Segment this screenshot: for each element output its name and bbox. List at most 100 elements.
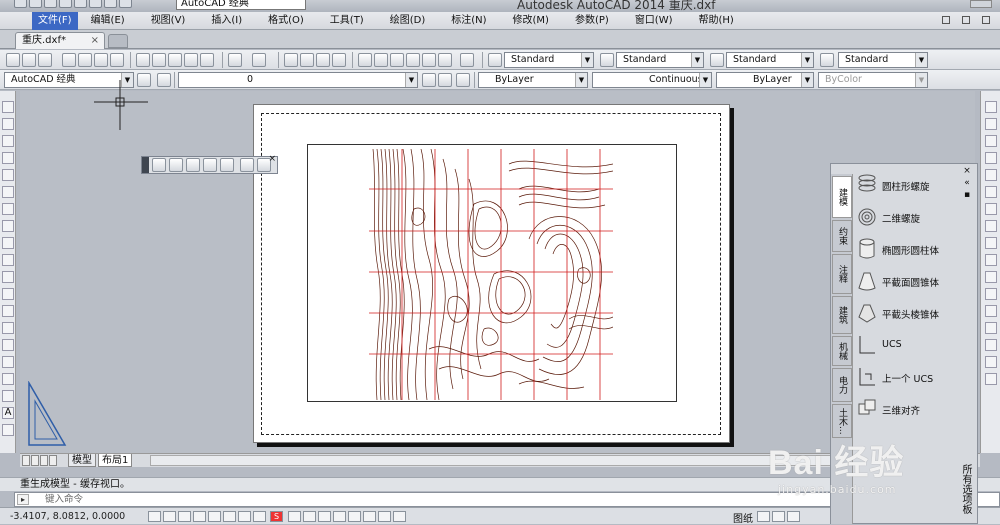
osnap-icon[interactable] — [223, 511, 236, 522]
match-properties-icon[interactable] — [184, 53, 198, 67]
3d-print-icon[interactable] — [110, 53, 124, 67]
layer-select[interactable]: 0 ▼ — [178, 72, 418, 88]
publish-icon[interactable] — [94, 53, 108, 67]
linetype-select[interactable]: Continuous ▼ — [592, 72, 712, 88]
polygon-icon[interactable] — [2, 152, 14, 164]
layer-previous-icon[interactable] — [438, 73, 452, 87]
menu-tools[interactable]: 工具(T) — [317, 12, 377, 30]
insert-block-icon[interactable] — [2, 288, 14, 300]
join-icon[interactable] — [985, 305, 997, 317]
color-select[interactable]: ByLayer ▼ — [478, 72, 588, 88]
menu-modify[interactable]: 修改(M) — [500, 12, 562, 30]
ortho-icon[interactable] — [193, 511, 206, 522]
document-window-controls[interactable] — [942, 16, 990, 24]
window-controls[interactable] — [970, 0, 992, 8]
tool-ucs[interactable]: UCS — [855, 334, 961, 362]
zoom-realtime-icon[interactable] — [300, 53, 314, 67]
rectangle-icon[interactable] — [2, 169, 14, 181]
transparency-icon[interactable] — [333, 511, 346, 522]
tab-architectural[interactable]: 建筑 — [832, 296, 852, 334]
markup-icon[interactable] — [422, 53, 436, 67]
tab-annotation[interactable]: 注释 — [832, 254, 852, 294]
circle-icon[interactable] — [2, 203, 14, 215]
mtext-icon[interactable]: A — [2, 407, 14, 419]
tool-3d-align[interactable]: 三维对齐 — [855, 398, 961, 426]
paper-space-label[interactable]: 图纸 — [733, 510, 753, 525]
help-icon[interactable] — [460, 53, 474, 67]
lineweight-toggle-icon[interactable] — [318, 511, 331, 522]
make-current-layer-icon[interactable] — [422, 73, 436, 87]
plot-icon[interactable] — [62, 53, 76, 67]
toolbar-grip[interactable] — [142, 157, 149, 173]
tool-palettes-icon[interactable] — [390, 53, 404, 67]
dyn-icon[interactable] — [303, 511, 316, 522]
layer-state-icon[interactable] — [456, 73, 470, 87]
ellipse-icon[interactable] — [2, 254, 14, 266]
tool-elliptical-cylinder[interactable]: 椭圆形圆柱体 — [855, 238, 961, 266]
undo-icon[interactable] — [104, 0, 117, 8]
tab-navigation[interactable] — [22, 455, 57, 466]
view-free-orbit-icon[interactable] — [186, 158, 200, 172]
print-icon[interactable] — [89, 0, 102, 8]
new-tab-button[interactable] — [108, 34, 128, 48]
document-tab[interactable]: 重庆.dxf* × — [15, 32, 105, 49]
snap-icon[interactable] — [163, 511, 176, 522]
selection-cycling-icon[interactable] — [363, 511, 376, 522]
paste-icon[interactable] — [168, 53, 182, 67]
annotation-monitor-icon[interactable] — [378, 511, 391, 522]
plot-preview-icon[interactable] — [78, 53, 92, 67]
make-block-icon[interactable] — [2, 305, 14, 317]
tool-2d-spiral[interactable]: 二维螺旋 — [855, 206, 961, 234]
workspace-switcher[interactable]: AutoCAD 经典 — [176, 0, 306, 10]
zoom-previous-icon[interactable] — [332, 53, 346, 67]
cut-icon[interactable] — [136, 53, 150, 67]
menu-file[interactable]: 文件(F) — [32, 11, 78, 30]
dim-style-select[interactable]: Standard ▼ — [616, 52, 704, 68]
tab-model[interactable]: 模型 — [68, 454, 96, 467]
redo-icon[interactable] — [119, 0, 132, 8]
array-icon[interactable] — [985, 169, 997, 181]
view-sphere-icon[interactable] — [220, 158, 234, 172]
construction-line-icon[interactable] — [2, 118, 14, 130]
3d-osnap-icon[interactable] — [238, 511, 251, 522]
save-icon[interactable] — [59, 0, 72, 8]
close-tab-icon[interactable]: × — [91, 33, 99, 49]
offset-icon[interactable] — [985, 152, 997, 164]
redo-icon[interactable] — [252, 53, 266, 67]
plotstyle-select[interactable]: ByColor ▼ — [818, 72, 928, 88]
new-icon[interactable] — [29, 0, 42, 8]
region-icon[interactable] — [2, 373, 14, 385]
extend-icon[interactable] — [985, 271, 997, 283]
revision-cloud-icon[interactable] — [2, 220, 14, 232]
view-orbit-icon[interactable] — [169, 158, 183, 172]
menu-view[interactable]: 视图(V) — [138, 12, 199, 30]
view-continuous-orbit-icon[interactable] — [203, 158, 217, 172]
zoom-window-icon[interactable] — [316, 53, 330, 67]
break-icon[interactable] — [985, 288, 997, 300]
app-menu-icon[interactable] — [14, 0, 27, 8]
quick-properties-icon[interactable] — [348, 511, 361, 522]
blend-icon[interactable] — [985, 356, 997, 368]
polyline-icon[interactable] — [2, 135, 14, 147]
tool-frustum-cone[interactable]: 平截面圆锥体 — [855, 270, 961, 298]
menu-parametric[interactable]: 参数(P) — [562, 12, 622, 30]
menu-edit[interactable]: 编辑(E) — [78, 12, 138, 30]
erase-icon[interactable] — [985, 101, 997, 113]
tab-electrical[interactable]: 电力 — [832, 368, 852, 402]
tools-icon[interactable] — [393, 511, 406, 522]
arc-icon[interactable] — [2, 186, 14, 198]
tool-frustum-pyramid[interactable]: 平截头棱锥体 — [855, 302, 961, 330]
new-icon[interactable] — [6, 53, 20, 67]
save-icon[interactable] — [38, 53, 52, 67]
copy-icon[interactable] — [152, 53, 166, 67]
point-icon[interactable] — [2, 322, 14, 334]
layer-manager-icon[interactable] — [157, 73, 171, 87]
add-selected-icon[interactable] — [2, 424, 14, 436]
tab-civil[interactable]: 土木... — [832, 404, 852, 438]
menu-window[interactable]: 窗口(W) — [622, 12, 686, 30]
menu-draw[interactable]: 绘图(D) — [377, 12, 439, 30]
text-style-select[interactable]: Standard ▼ — [504, 52, 594, 68]
tool-previous-ucs[interactable]: 上一个 UCS — [855, 366, 961, 394]
close-icon[interactable]: × — [268, 154, 276, 164]
block-editor-icon[interactable] — [200, 53, 214, 67]
